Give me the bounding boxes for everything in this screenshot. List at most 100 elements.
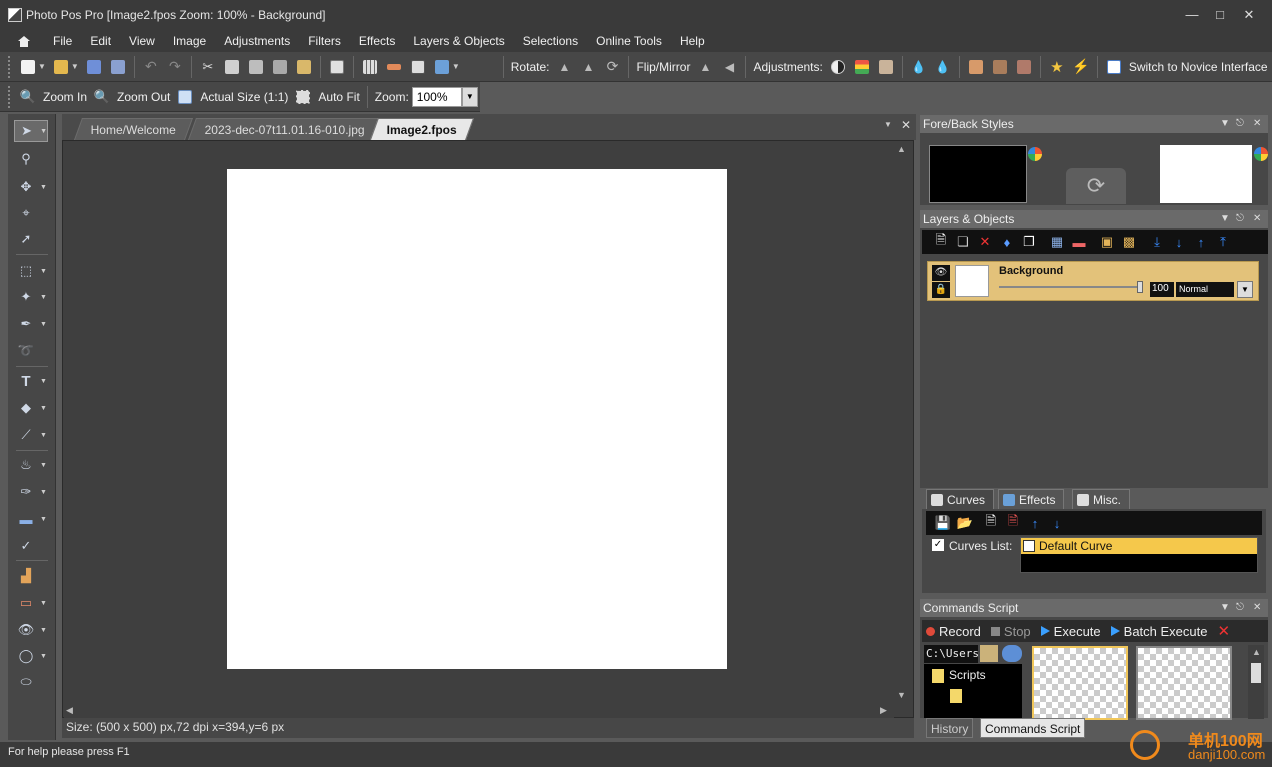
cloud-icon[interactable] [1002, 645, 1022, 662]
smudge-tool[interactable]: ◯ ▼ [14, 645, 48, 667]
move-top-icon[interactable]: ⤒ [1214, 233, 1232, 251]
panel-close-icon[interactable]: ✕ [1253, 599, 1261, 617]
save-icon[interactable] [83, 56, 105, 78]
curve-list-item[interactable]: Default Curve [1021, 538, 1257, 554]
blend-mode-select[interactable]: Normal [1176, 282, 1234, 297]
shape-tool[interactable]: ◆ ▼ [14, 397, 48, 419]
pin-icon[interactable]: ⎋ [1236, 115, 1244, 133]
menu-edit[interactable]: Edit [81, 34, 120, 48]
delete-curve-icon[interactable]: 🗎 [1004, 513, 1022, 532]
dropdown-arrow-icon[interactable]: ▼ [452, 62, 460, 71]
save-curve-icon[interactable]: 💾 [934, 514, 952, 532]
zoom-in-button[interactable]: Zoom In [40, 90, 90, 104]
close-button[interactable]: ✕ [1240, 6, 1258, 24]
toolbar-grip[interactable] [8, 85, 12, 108]
tab-image2[interactable]: Image2.fpos [369, 118, 475, 140]
scroll-left-icon[interactable]: ◀ [66, 705, 73, 716]
save-all-icon[interactable] [107, 56, 129, 78]
paste-new-icon[interactable] [269, 56, 291, 78]
zoom-dropdown-icon[interactable]: ▼ [461, 86, 478, 107]
novice-interface-icon[interactable] [1103, 56, 1125, 78]
star-icon[interactable]: ★ [1046, 56, 1068, 78]
eraser-tool[interactable]: ▬ ▼ [14, 508, 48, 530]
toolbar-grip[interactable] [8, 55, 12, 78]
dropdown-arrow-icon[interactable]: ▼ [38, 62, 46, 71]
levels-icon[interactable]: 💧 [908, 56, 930, 78]
duplicate-layer-icon[interactable]: ❏ [954, 233, 972, 251]
tab-effects[interactable]: Effects [998, 489, 1065, 509]
move-down-icon[interactable]: ↓ [1170, 233, 1188, 251]
tab-history[interactable]: History [926, 718, 974, 738]
straighten-tool[interactable]: ➚ [14, 228, 48, 250]
eye-icon[interactable]: 👁 [932, 265, 950, 281]
opacity-slider-track[interactable] [999, 286, 1141, 288]
scroll-right-icon[interactable]: ▶ [880, 705, 887, 716]
move-tool[interactable]: ✥ ▼ [14, 176, 48, 198]
batch-execute-button[interactable]: Batch Execute [1110, 624, 1207, 639]
menu-file[interactable]: File [44, 34, 81, 48]
magic-wand-tool[interactable]: ✦ ▼ [14, 286, 48, 308]
group-icon[interactable]: ▣ [1098, 233, 1116, 251]
scroll-down-icon[interactable]: ▼ [897, 690, 906, 700]
lightning-icon[interactable]: ⚡ [1070, 56, 1092, 78]
panel-close-icon[interactable]: ✕ [1253, 115, 1261, 133]
photo-filter-icon[interactable] [1013, 56, 1035, 78]
rect-select-tool[interactable]: ⬚ ▼ [14, 260, 48, 282]
menu-help[interactable]: Help [671, 34, 714, 48]
paste-layer-icon[interactable] [293, 56, 315, 78]
zoom-in-icon[interactable]: 🔍 [17, 86, 39, 108]
image-canvas[interactable] [227, 169, 727, 669]
maximize-button[interactable]: □ [1211, 6, 1229, 24]
menu-online-tools[interactable]: Online Tools [587, 34, 671, 48]
zoom-out-icon[interactable]: 🔍 [91, 86, 113, 108]
zoom-tool[interactable]: ⚲ [14, 148, 48, 170]
menu-filters[interactable]: Filters [299, 34, 350, 48]
actual-size-icon[interactable] [174, 86, 196, 108]
horizontal-scrollbar[interactable]: ◀ ▶ [64, 704, 894, 718]
menu-layers-objects[interactable]: Layers & Objects [404, 34, 513, 48]
redo-icon[interactable]: ↷ [164, 56, 186, 78]
remove-mask-icon[interactable]: ▬ [1070, 233, 1088, 251]
open-curve-icon[interactable]: 📂 [956, 514, 974, 532]
menu-effects[interactable]: Effects [350, 34, 404, 48]
select-tool[interactable]: ➤ ▼ [14, 120, 48, 142]
healing-tool[interactable]: ▭ ▼ [14, 592, 48, 614]
menu-view[interactable]: View [120, 34, 164, 48]
scroll-up-icon[interactable]: ▲ [897, 144, 906, 154]
flip-vertical-icon[interactable]: ▲ [694, 56, 716, 78]
execute-button[interactable]: Execute [1040, 624, 1101, 639]
opacity-slider-handle[interactable] [1137, 281, 1143, 293]
pin-icon[interactable]: ⎋ [1236, 599, 1244, 617]
stop-button[interactable]: Stop [990, 624, 1031, 639]
lasso-tool[interactable]: ➰ [14, 340, 48, 362]
zoom-input[interactable]: 100% [411, 86, 462, 107]
zoom-out-button[interactable]: Zoom Out [114, 90, 173, 104]
brightness-contrast-icon[interactable] [827, 56, 849, 78]
layer-thumbnail[interactable] [955, 265, 989, 297]
panel-menu-icon[interactable]: ▼ [1220, 599, 1230, 617]
tab-misc[interactable]: Misc. [1072, 489, 1130, 509]
move-bottom-icon[interactable]: ⤓ [1148, 233, 1166, 251]
browse-folder-icon[interactable] [980, 645, 998, 662]
merge-layer-icon[interactable]: ❐ [1020, 233, 1038, 251]
flip-horizontal-icon[interactable]: ◀ [718, 56, 740, 78]
auto-fit-icon[interactable] [292, 86, 314, 108]
brush-tool[interactable]: ✑ ▼ [14, 481, 48, 503]
close-tab-icon[interactable]: ✕ [901, 118, 911, 132]
pin-icon[interactable]: ⎋ [1236, 210, 1244, 228]
delete-script-icon[interactable]: ✕ [1217, 622, 1230, 640]
red-eye-tool[interactable]: 👁 ▼ [14, 619, 48, 641]
menu-image[interactable]: Image [164, 34, 215, 48]
curve-up-icon[interactable]: ↑ [1026, 514, 1044, 532]
background-swatch[interactable] [1160, 145, 1252, 203]
guides-icon[interactable] [407, 56, 429, 78]
scan-icon[interactable] [326, 56, 348, 78]
color-picker-tool[interactable]: ✓ [14, 535, 48, 557]
image-view-icon[interactable] [431, 56, 453, 78]
tab-curves[interactable]: Curves [926, 489, 995, 509]
pen-tool[interactable]: ✒ ▼ [14, 313, 48, 335]
panel-menu-icon[interactable]: ▼ [1220, 115, 1230, 133]
panel-close-icon[interactable]: ✕ [1253, 210, 1261, 228]
record-button[interactable]: Record [926, 624, 981, 639]
menu-adjustments[interactable]: Adjustments [215, 34, 299, 48]
